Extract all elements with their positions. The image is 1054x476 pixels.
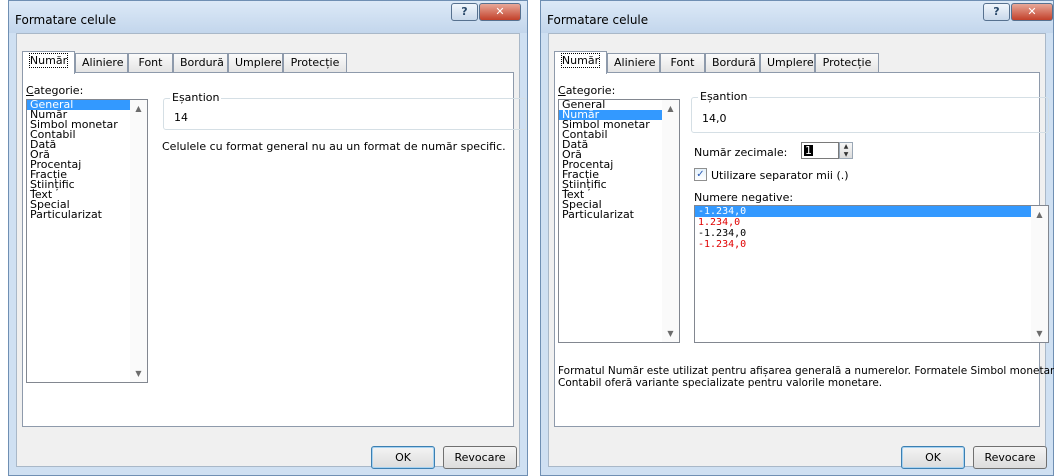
negative-format-item[interactable]: -1.234,0 bbox=[695, 228, 1048, 239]
format-cells-dialog-left: Formatare celule ? ✕ Număr Aliniere Font… bbox=[8, 0, 528, 476]
scroll-up-icon[interactable]: ▲ bbox=[1031, 206, 1048, 223]
close-button[interactable]: ✕ bbox=[479, 3, 521, 21]
checkmark-icon: ✓ bbox=[696, 169, 705, 180]
decimals-stepper[interactable]: ▲ ▼ bbox=[839, 142, 853, 159]
description-line-2: Contabil oferă variante specializate pen… bbox=[558, 377, 883, 389]
tab-umplere[interactable]: Umplere bbox=[760, 53, 815, 73]
tab-panel: Categorie: General Număr Simbol monetar Con… bbox=[554, 72, 1054, 427]
scroll-up-icon[interactable]: ▲ bbox=[130, 100, 147, 117]
description-line-1: Formatul Număr este utilizat pentru afiș… bbox=[558, 365, 1054, 377]
dialog-title: Formatare celule bbox=[15, 13, 117, 27]
tab-panel: Categorie: General Număr Simbol monetar Con… bbox=[22, 72, 527, 427]
tab-aliniere[interactable]: Aliniere bbox=[75, 53, 128, 73]
negative-numbers-label: Numere negative: bbox=[694, 191, 794, 204]
tab-protectie[interactable]: Protecție bbox=[283, 53, 347, 73]
decimals-input[interactable]: 1 bbox=[801, 142, 839, 159]
close-icon: ✕ bbox=[495, 5, 505, 18]
scroll-down-icon[interactable]: ▼ bbox=[662, 325, 679, 342]
tab-umplere[interactable]: Umplere bbox=[228, 53, 283, 73]
scrollbar[interactable]: ▲ ▼ bbox=[662, 100, 679, 342]
sample-label: Eșantion bbox=[698, 90, 750, 103]
sample-value: 14,0 bbox=[702, 112, 727, 125]
negative-format-item[interactable]: -1.234,0 bbox=[695, 239, 1048, 250]
tab-bordura[interactable]: Bordură bbox=[705, 53, 760, 73]
category-label: Categorie: bbox=[558, 84, 616, 97]
category-item[interactable]: Particularizat bbox=[27, 209, 147, 220]
negative-format-item[interactable]: 1.234,0 bbox=[695, 217, 1048, 228]
tab-numar[interactable]: Număr bbox=[554, 51, 607, 74]
cancel-button[interactable]: Revocare bbox=[973, 446, 1047, 469]
stepper-up-icon[interactable]: ▲ bbox=[840, 143, 852, 151]
category-description: Celulele cu format general nu au un form… bbox=[162, 140, 506, 153]
title-bar[interactable]: Formatare celule ? ✕ bbox=[541, 1, 1053, 33]
dialog-title: Formatare celule bbox=[547, 13, 649, 27]
negative-numbers-list[interactable]: -1.234,0 1.234,0 -1.234,0 -1.234,0 ▲ ▼ bbox=[694, 205, 1049, 343]
sample-label: Eșantion bbox=[170, 91, 222, 104]
scrollbar[interactable]: ▲ ▼ bbox=[130, 100, 147, 382]
help-icon: ? bbox=[993, 5, 1000, 18]
tab-numar[interactable]: Număr bbox=[22, 51, 75, 74]
sample-value: 14 bbox=[174, 111, 188, 124]
ok-button[interactable]: OK bbox=[371, 446, 435, 469]
category-list[interactable]: General Număr Simbol monetar Contabil Dată Or… bbox=[26, 99, 148, 383]
ok-button[interactable]: OK bbox=[901, 446, 965, 469]
tab-aliniere[interactable]: Aliniere bbox=[607, 53, 660, 73]
close-icon: ✕ bbox=[1027, 5, 1037, 18]
stepper-down-icon[interactable]: ▼ bbox=[840, 151, 852, 159]
close-button[interactable]: ✕ bbox=[1011, 3, 1053, 21]
thousands-separator-label: Utilizare separator mii (.) bbox=[711, 169, 849, 182]
tab-font[interactable]: Font bbox=[660, 53, 705, 73]
category-list[interactable]: General Număr Simbol monetar Contabil Dată Or… bbox=[558, 99, 680, 343]
thousands-separator-checkbox[interactable]: ✓ bbox=[694, 168, 707, 181]
negative-format-item[interactable]: -1.234,0 bbox=[695, 206, 1048, 217]
sample-group: Eșantion 14 bbox=[163, 91, 527, 130]
category-item[interactable]: Particularizat bbox=[559, 209, 679, 220]
format-cells-dialog-right: Formatare celule ? ✕ Număr Aliniere Font… bbox=[540, 0, 1054, 476]
help-icon: ? bbox=[461, 5, 468, 18]
help-button[interactable]: ? bbox=[451, 3, 478, 21]
title-bar[interactable]: Formatare celule ? ✕ bbox=[9, 1, 527, 33]
help-button[interactable]: ? bbox=[983, 3, 1010, 21]
cancel-button[interactable]: Revocare bbox=[443, 446, 517, 469]
decimals-value: 1 bbox=[804, 144, 813, 157]
scroll-down-icon[interactable]: ▼ bbox=[130, 365, 147, 382]
category-label: Categorie: bbox=[26, 84, 84, 97]
dialog-body: Număr Aliniere Font Bordură Umplere Prot… bbox=[548, 33, 1054, 469]
scroll-down-icon[interactable]: ▼ bbox=[1031, 325, 1048, 342]
tab-bordura[interactable]: Bordură bbox=[173, 53, 228, 73]
sample-group: Eșantion 14,0 bbox=[691, 90, 1049, 133]
scroll-up-icon[interactable]: ▲ bbox=[662, 100, 679, 117]
scrollbar[interactable]: ▲ ▼ bbox=[1031, 206, 1048, 342]
decimals-label: Număr zecimale: bbox=[694, 146, 788, 159]
tab-protectie[interactable]: Protecție bbox=[815, 53, 879, 73]
dialog-body: Număr Aliniere Font Bordură Umplere Prot… bbox=[16, 33, 527, 469]
tab-font[interactable]: Font bbox=[128, 53, 173, 73]
